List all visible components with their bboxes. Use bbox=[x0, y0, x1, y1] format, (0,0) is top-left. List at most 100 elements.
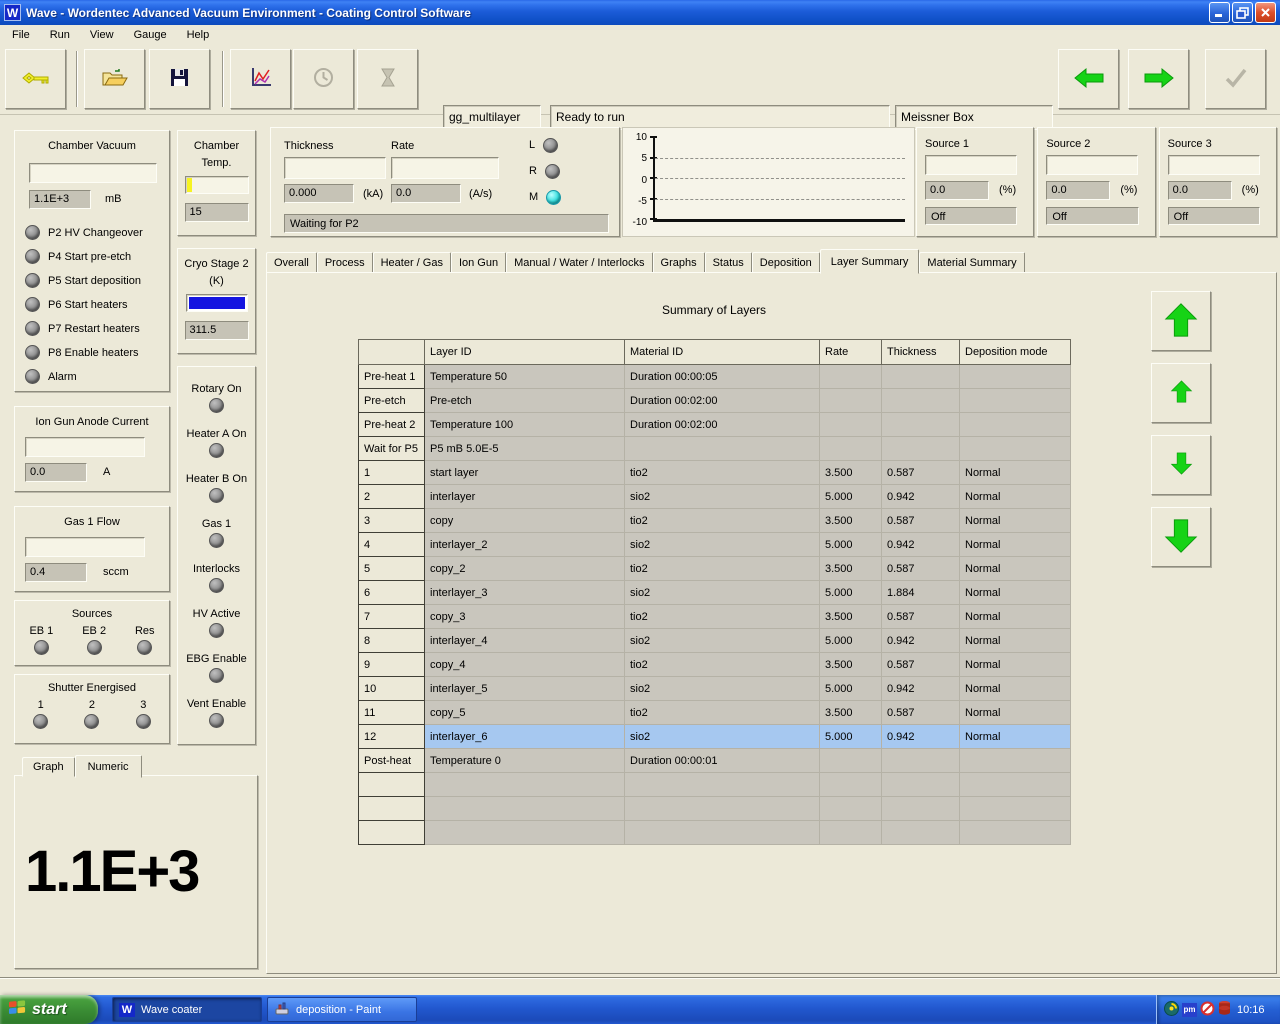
tab-deposition[interactable]: Deposition bbox=[752, 252, 820, 273]
close-button[interactable] bbox=[1255, 2, 1276, 23]
taskbar-task-2[interactable]: deposition - Paint bbox=[267, 997, 417, 1022]
table-cell: 5.000 bbox=[820, 581, 882, 605]
chamber-vacuum-bar bbox=[29, 163, 157, 183]
table-cell bbox=[960, 773, 1071, 797]
move-up-button[interactable] bbox=[1151, 363, 1211, 423]
ion-gun-value: 0.0 bbox=[25, 463, 87, 482]
table-header-row: Layer IDMaterial IDRateThicknessDepositi… bbox=[359, 340, 1071, 365]
tab-overall[interactable]: Overall bbox=[266, 252, 317, 273]
tab-manual-water-interlocks[interactable]: Manual / Water / Interlocks bbox=[506, 252, 652, 273]
menu-view[interactable]: View bbox=[80, 26, 124, 44]
row-label-cell bbox=[359, 797, 425, 821]
table-cell: Pre-etch bbox=[425, 389, 625, 413]
table-row[interactable]: Wait for P5P5 mB 5.0E-5 bbox=[359, 437, 1071, 461]
table-row[interactable]: Pre-heat 2Temperature 100Duration 00:02:… bbox=[359, 413, 1071, 437]
table-cell bbox=[820, 389, 882, 413]
column-header: Deposition mode bbox=[960, 340, 1071, 365]
open-folder-icon bbox=[101, 68, 128, 90]
display-tab-graph[interactable]: Graph bbox=[22, 757, 75, 777]
table-cell: copy_4 bbox=[425, 653, 625, 677]
main-tab-strip: OverallProcessHeater / GasIon GunManual … bbox=[266, 249, 1025, 273]
tab-layer-summary[interactable]: Layer Summary bbox=[820, 249, 920, 274]
table-row[interactable]: 4interlayer_2sio25.0000.942Normal bbox=[359, 533, 1071, 557]
minimize-button[interactable] bbox=[1209, 2, 1230, 23]
table-row[interactable]: 2interlayersio25.0000.942Normal bbox=[359, 485, 1071, 509]
numeric-display-value: 1.1E+3 bbox=[25, 838, 257, 905]
tab-process[interactable]: Process bbox=[317, 252, 373, 273]
status-led-icon bbox=[25, 273, 40, 288]
save-button[interactable] bbox=[149, 49, 210, 109]
tab-graphs[interactable]: Graphs bbox=[653, 252, 705, 273]
move-down-button[interactable] bbox=[1151, 435, 1211, 495]
blocked-icon[interactable] bbox=[1200, 1001, 1215, 1019]
gas-flow-bar bbox=[25, 537, 145, 557]
graph-plot bbox=[653, 137, 905, 222]
move-top-button[interactable] bbox=[1151, 291, 1211, 351]
display-tab-numeric[interactable]: Numeric bbox=[75, 755, 142, 778]
tab-status[interactable]: Status bbox=[705, 252, 752, 273]
monitor-led-column: LRM bbox=[529, 132, 561, 210]
table-row[interactable]: 6interlayer_3sio25.0001.884Normal bbox=[359, 581, 1071, 605]
led-column: Rotary OnHeater A OnHeater B OnGas 1Inte… bbox=[177, 366, 256, 745]
table-cell: 5.000 bbox=[820, 677, 882, 701]
move-bottom-button[interactable] bbox=[1151, 507, 1211, 567]
clock-icon bbox=[313, 67, 334, 91]
tab-ion-gun[interactable]: Ion Gun bbox=[451, 252, 506, 273]
table-row[interactable]: 3copytio23.5000.587Normal bbox=[359, 509, 1071, 533]
table-row[interactable]: Post-heatTemperature 0Duration 00:00:01 bbox=[359, 749, 1071, 773]
menu-help[interactable]: Help bbox=[177, 26, 220, 44]
table-cell: Normal bbox=[960, 557, 1071, 581]
table-row[interactable] bbox=[359, 773, 1071, 797]
key-button[interactable] bbox=[5, 49, 66, 109]
monitor-led-icon bbox=[546, 190, 561, 205]
source-panel-2: Source 20.0(%)Off bbox=[1037, 127, 1155, 237]
menu-file[interactable]: File bbox=[2, 26, 40, 44]
table-cell: Duration 00:02:00 bbox=[625, 389, 820, 413]
clock-button[interactable] bbox=[293, 49, 354, 109]
next-button[interactable] bbox=[1128, 49, 1189, 109]
table-row[interactable]: 8interlayer_4sio25.0000.942Normal bbox=[359, 629, 1071, 653]
status-led-icon bbox=[25, 345, 40, 360]
confirm-button[interactable] bbox=[1205, 49, 1266, 109]
start-button[interactable]: start bbox=[0, 995, 98, 1024]
source-value: 0.0 bbox=[1046, 181, 1110, 200]
table-row[interactable]: 10interlayer_5sio25.0000.942Normal bbox=[359, 677, 1071, 701]
open-button[interactable] bbox=[84, 49, 145, 109]
menu-gauge[interactable]: Gauge bbox=[124, 26, 177, 44]
row-label-cell: 12 bbox=[359, 725, 425, 749]
database-icon[interactable] bbox=[1218, 1000, 1231, 1019]
task-label: Wave coater bbox=[141, 1004, 202, 1016]
tab-heater-gas[interactable]: Heater / Gas bbox=[373, 252, 451, 273]
status-led-icon bbox=[25, 321, 40, 336]
chamber-indicator-list: P2 HV ChangeoverP4 Start pre-etchP5 Star… bbox=[25, 221, 169, 389]
pm-icon[interactable]: pm bbox=[1182, 1003, 1197, 1017]
row-label-cell: 3 bbox=[359, 509, 425, 533]
table-cell: 0.942 bbox=[882, 485, 960, 509]
source-panels: Source 10.0(%)OffSource 20.0(%)OffSource… bbox=[916, 127, 1277, 237]
shutter-led-row: 123 bbox=[15, 699, 169, 729]
table-row[interactable]: 7copy_3tio23.5000.587Normal bbox=[359, 605, 1071, 629]
tab-material-summary[interactable]: Material Summary bbox=[919, 252, 1024, 273]
table-cell: interlayer_2 bbox=[425, 533, 625, 557]
taskbar-task-1[interactable]: WWave coater bbox=[112, 997, 262, 1022]
table-row[interactable]: 12interlayer_6sio25.0000.942Normal bbox=[359, 725, 1071, 749]
gas-flow-value: 0.4 bbox=[25, 563, 87, 582]
graph-y-labels: 1050-5-10 bbox=[623, 137, 649, 222]
table-row[interactable]: Pre-heat 1Temperature 50Duration 00:00:0… bbox=[359, 365, 1071, 389]
table-row[interactable]: Pre-etchPre-etchDuration 00:02:00 bbox=[359, 389, 1071, 413]
save-floppy-icon bbox=[170, 68, 189, 90]
globe-clock-icon[interactable] bbox=[1164, 1001, 1179, 1019]
chart-button[interactable] bbox=[230, 49, 291, 109]
table-row[interactable] bbox=[359, 821, 1071, 845]
table-row[interactable]: 11copy_5tio23.5000.587Normal bbox=[359, 701, 1071, 725]
previous-button[interactable] bbox=[1058, 49, 1119, 109]
table-cell: 0.942 bbox=[882, 725, 960, 749]
table-row[interactable]: 1start layertio23.5000.587Normal bbox=[359, 461, 1071, 485]
hourglass-button[interactable] bbox=[357, 49, 418, 109]
restore-button[interactable] bbox=[1232, 2, 1253, 23]
table-row[interactable]: 9copy_4tio23.5000.587Normal bbox=[359, 653, 1071, 677]
table-row[interactable]: 5copy_2tio23.5000.587Normal bbox=[359, 557, 1071, 581]
menu-run[interactable]: Run bbox=[40, 26, 80, 44]
table-row[interactable] bbox=[359, 797, 1071, 821]
table-cell: tio2 bbox=[625, 701, 820, 725]
